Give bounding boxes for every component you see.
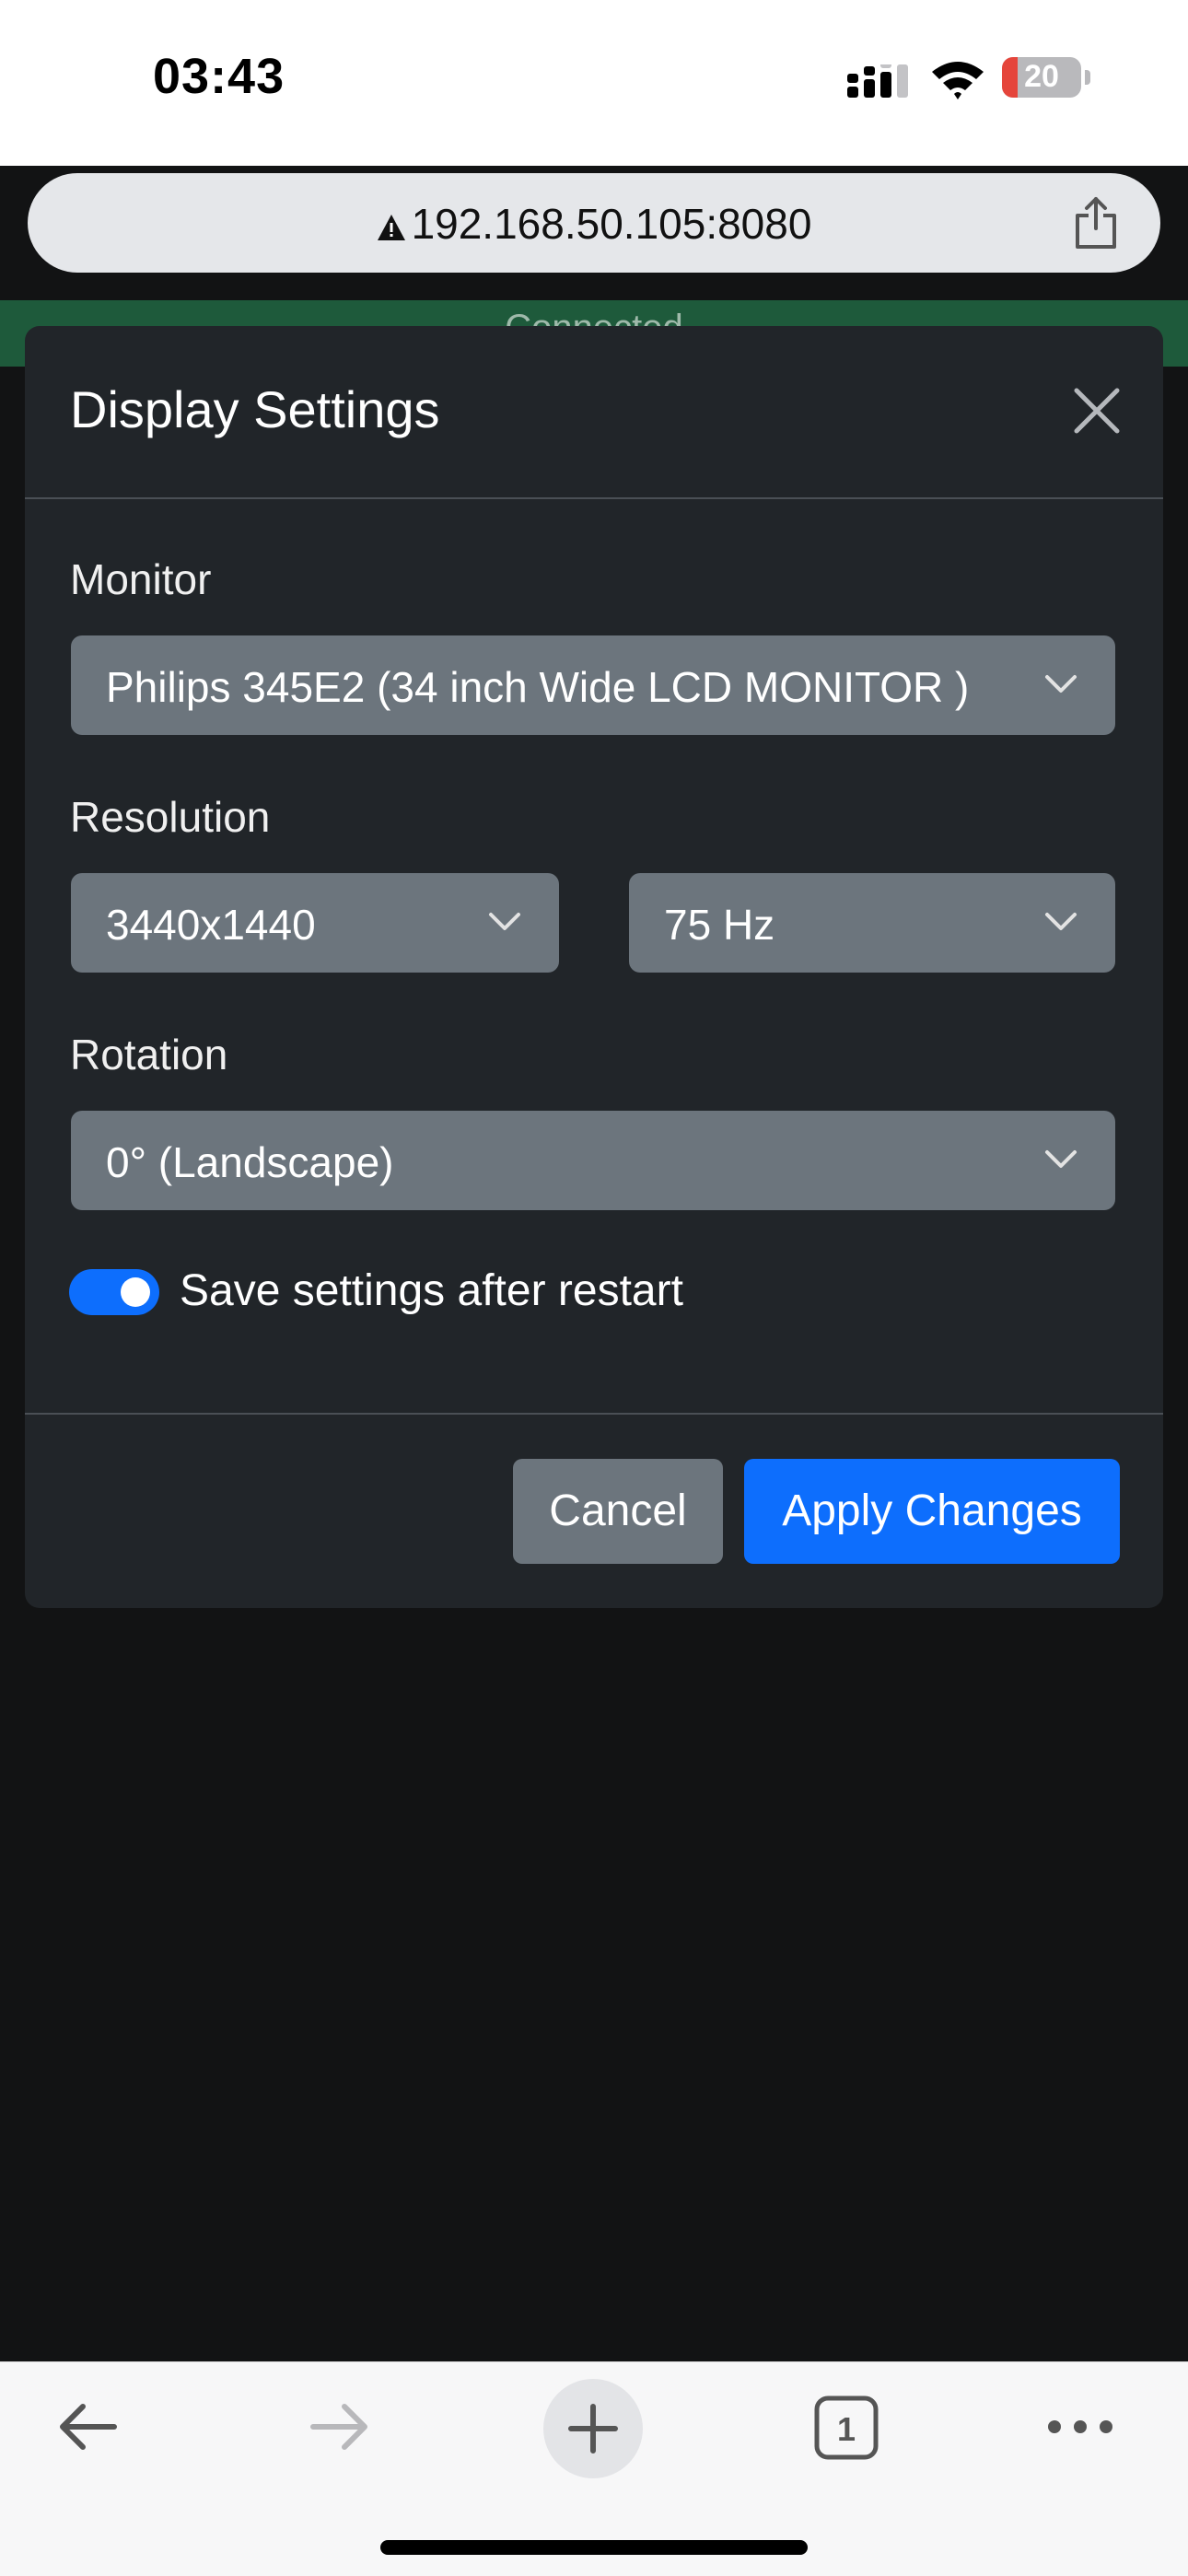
battery-icon: 20 [1002,57,1081,98]
tab-count: 1 [836,2410,856,2448]
share-icon[interactable] [1072,195,1120,251]
modal-title: Display Settings [70,380,440,438]
resolution-label: Resolution [70,793,271,841]
warning-icon [377,214,405,240]
chevron-down-icon [1045,1150,1077,1168]
modal-footer: Cancel Apply Changes [25,1413,1163,1610]
monitor-select[interactable]: Philips 345E2 (34 inch Wide LCD MONITOR … [71,635,1115,735]
resolution-select[interactable]: 3440x1440 [71,873,559,973]
status-bar: 03:43 20 [0,0,1188,166]
close-icon[interactable] [1071,385,1123,437]
monitor-label: Monitor [70,555,212,603]
battery-tip [1085,70,1090,85]
address-bar[interactable]: 192.168.50.105:8080 [28,173,1160,273]
back-arrow-icon[interactable] [55,2399,120,2454]
rotation-select[interactable]: 0° (Landscape) [71,1111,1115,1210]
forward-arrow-icon[interactable] [308,2399,372,2454]
rotation-label: Rotation [70,1031,228,1078]
toggle-knob [121,1277,150,1307]
cancel-button[interactable]: Cancel [513,1459,723,1564]
home-indicator [380,2540,808,2555]
modal-header: Display Settings [25,326,1163,499]
wifi-icon [932,62,984,99]
monitor-select-value: Philips 345E2 (34 inch Wide LCD MONITOR … [106,663,970,711]
url-text: 192.168.50.105:8080 [411,200,812,248]
plus-icon [568,2404,618,2454]
save-settings-toggle[interactable] [69,1269,159,1315]
battery-percent: 20 [1024,59,1059,94]
signal-icon [847,64,908,98]
chevron-down-icon [1045,675,1077,693]
save-settings-label: Save settings after restart [180,1266,683,1315]
display-settings-modal: Display Settings Monitor Philips 345E2 (… [25,326,1163,1608]
rotation-select-value: 0° (Landscape) [106,1138,394,1186]
status-time: 03:43 [153,49,285,104]
chevron-down-icon [489,913,520,930]
resolution-select-value: 3440x1440 [106,901,316,949]
tabs-button[interactable]: 1 [814,2395,879,2460]
apply-changes-button[interactable]: Apply Changes [744,1459,1120,1564]
chevron-down-icon [1045,913,1077,930]
refresh-rate-select-value: 75 Hz [664,901,775,949]
refresh-rate-select[interactable]: 75 Hz [629,873,1115,973]
more-icon[interactable] [1046,2399,1114,2454]
url-display[interactable]: 192.168.50.105:8080 [28,199,1160,249]
new-tab-button[interactable] [543,2379,643,2478]
